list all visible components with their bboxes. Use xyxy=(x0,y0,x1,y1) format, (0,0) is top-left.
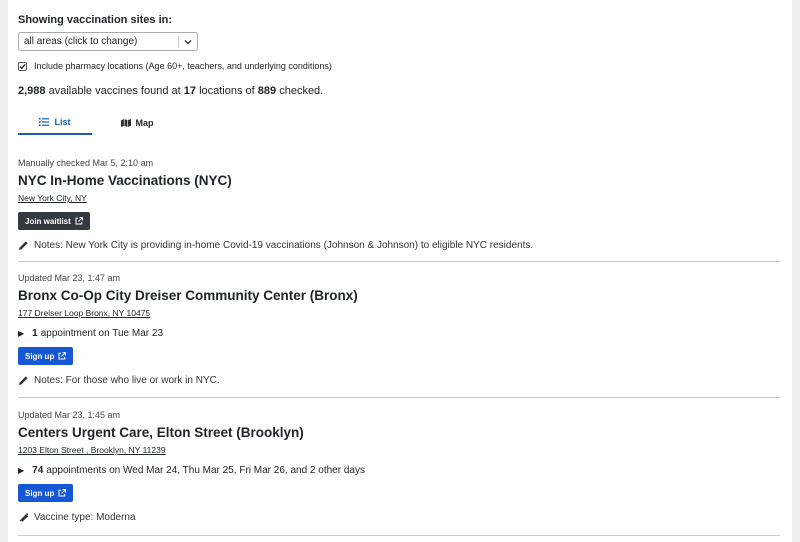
button-label: Sign up xyxy=(25,351,55,361)
appointment-count: 74 xyxy=(32,465,44,476)
pharmacy-checkbox-label: Include pharmacy locations (Age 60+, tea… xyxy=(34,61,332,71)
site-note: Notes: For those who live or work in NYC… xyxy=(18,375,780,386)
divider xyxy=(18,397,780,398)
appointments-toggle[interactable]: ▶ 74 appointments on Wed Mar 24, Thu Mar… xyxy=(18,465,780,476)
pharmacy-option[interactable]: Include pharmacy locations (Age 60+, tea… xyxy=(18,61,332,71)
appointment-text: appointment on Tue Mar 23 xyxy=(40,328,164,339)
site-address-link[interactable]: 1203 Elton Street , Brooklyn, NY 11239 xyxy=(18,445,166,455)
tab-list[interactable]: List xyxy=(18,110,92,135)
caret-right-icon: ▶ xyxy=(18,329,25,338)
site-updated: Updated Mar 23, 1:47 am xyxy=(18,273,121,283)
area-select-value: all areas (click to change) xyxy=(24,36,138,47)
sign-up-button[interactable]: Sign up xyxy=(18,347,74,365)
sign-up-button[interactable]: Sign up xyxy=(18,484,74,502)
tab-list-label: List xyxy=(54,116,71,127)
results-summary: 2,988 available vaccines found at 17 loc… xyxy=(18,85,323,97)
area-select[interactable]: all areas (click to change) xyxy=(18,32,198,51)
divider xyxy=(18,261,780,262)
tab-map-label: Map xyxy=(135,117,154,128)
site-note-text: Vaccine type: Moderna xyxy=(34,512,136,523)
button-label: Sign up xyxy=(25,488,55,498)
button-label: Join waitlist xyxy=(25,216,71,226)
site-note-text: Notes: For those who live or work in NYC… xyxy=(34,375,220,386)
site-updated: Manually checked Mar 5, 2:10 am xyxy=(18,158,154,168)
caret-right-icon: ▶ xyxy=(18,466,25,475)
external-link-icon xyxy=(58,352,67,360)
appointment-text: appointments on Wed Mar 24, Thu Mar 25, … xyxy=(46,465,365,476)
chevron-down-icon[interactable] xyxy=(179,39,197,45)
external-link-icon xyxy=(58,489,67,497)
external-link-icon xyxy=(75,217,83,225)
summary-text: available vaccines found at xyxy=(48,85,181,97)
site-note-text: Notes: New York City is providing in-hom… xyxy=(34,240,534,251)
divider xyxy=(18,535,780,536)
appointments-toggle[interactable]: ▶ 1 appointment on Tue Mar 23 xyxy=(18,328,780,339)
view-tabs: List Map xyxy=(18,110,318,136)
site-name: Centers Urgent Care, Elton Street (Brook… xyxy=(18,425,304,440)
pharmacy-checkbox[interactable] xyxy=(18,61,27,71)
site-address-link[interactable]: New York City, NY xyxy=(18,193,87,203)
location-count: 17 xyxy=(183,85,196,97)
filter-label: Showing vaccination sites in: xyxy=(18,14,173,26)
site-name: NYC In-Home Vaccinations (NYC) xyxy=(18,173,232,188)
page: Showing vaccination sites in: all areas … xyxy=(8,0,792,542)
pencil-icon xyxy=(19,376,28,385)
tab-map[interactable]: Map xyxy=(102,110,172,135)
site-updated: Updated Mar 23, 1:45 am xyxy=(18,410,121,420)
join-waitlist-button[interactable]: Join waitlist xyxy=(18,212,90,230)
site-card: Updated Mar 23, 1:45 am Centers Urgent C… xyxy=(18,410,780,523)
summary-text: locations of xyxy=(199,85,255,97)
summary-text: checked. xyxy=(279,85,324,97)
pencil-icon xyxy=(19,241,28,250)
syringe-icon xyxy=(19,512,29,522)
vaccine-count: 2,988 xyxy=(18,85,46,97)
site-note: Vaccine type: Moderna xyxy=(18,512,780,523)
site-note: Notes: New York City is providing in-hom… xyxy=(18,240,780,251)
site-card: Manually checked Mar 5, 2:10 am NYC In-H… xyxy=(18,158,780,251)
site-name: Bronx Co-Op City Dreiser Community Cente… xyxy=(18,288,358,303)
site-card: Updated Mar 23, 1:47 am Bronx Co-Op City… xyxy=(18,273,780,386)
map-icon xyxy=(120,118,131,127)
appointment-count: 1 xyxy=(32,328,38,339)
site-address-link[interactable]: 177 Dreiser Loop Bronx, NY 10475 xyxy=(18,308,150,318)
checked-count: 889 xyxy=(257,85,277,97)
list-icon xyxy=(39,117,50,126)
